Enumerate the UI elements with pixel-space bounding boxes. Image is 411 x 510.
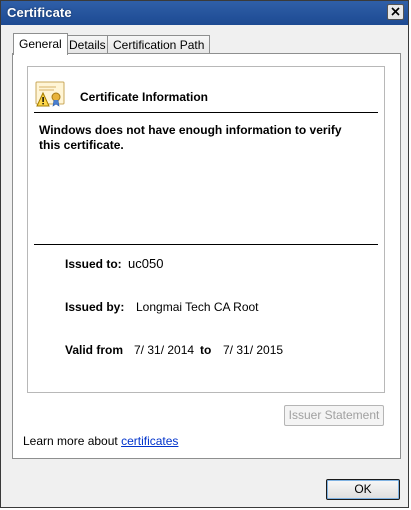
certificate-info-heading: Certificate Information [80, 90, 209, 104]
learn-more-text: Learn more about certificates [23, 434, 178, 448]
issued-by-value: Longmai Tech CA Root [136, 300, 259, 314]
certificate-dialog: Certificate General Details Certificatio… [0, 0, 409, 508]
learn-more-prefix: Learn more about [23, 434, 122, 448]
issued-to-label: Issued to: [65, 257, 122, 271]
ok-button[interactable]: OK [326, 479, 400, 500]
divider [34, 244, 378, 245]
tab-details[interactable]: Details [63, 35, 112, 53]
title-bar[interactable]: Certificate [1, 1, 408, 25]
issued-to-row: Issued to: uc050 [65, 256, 163, 271]
close-button[interactable] [387, 4, 404, 20]
issuer-statement-button[interactable]: Issuer Statement [284, 405, 384, 426]
issued-by-label: Issued by: [65, 300, 125, 314]
issued-to-value: uc050 [128, 256, 164, 271]
window-title: Certificate [7, 5, 72, 20]
valid-from-value: 7/ 31/ 2014 [134, 343, 195, 357]
certificates-link[interactable]: certificates [121, 434, 178, 448]
issued-by-row: Issued by: Longmai Tech CA Root [65, 300, 259, 314]
close-icon [391, 7, 400, 16]
valid-to-value: 7/ 31/ 2015 [223, 343, 284, 357]
general-tab-panel: Certificate Information Windows does not… [12, 53, 401, 459]
certificate-info-box: Certificate Information Windows does not… [27, 66, 385, 393]
validity-row: Valid from 7/ 31/ 2014 to 7/ 31/ 2015 [65, 343, 283, 357]
divider [34, 112, 378, 113]
tab-general[interactable]: General [13, 33, 68, 55]
verification-warning: Windows does not have enough information… [39, 123, 342, 152]
valid-to-label: to [200, 343, 212, 357]
certificate-warning-icon [35, 81, 65, 107]
tab-certification-path[interactable]: Certification Path [107, 35, 211, 53]
valid-from-label: Valid from [65, 343, 124, 357]
